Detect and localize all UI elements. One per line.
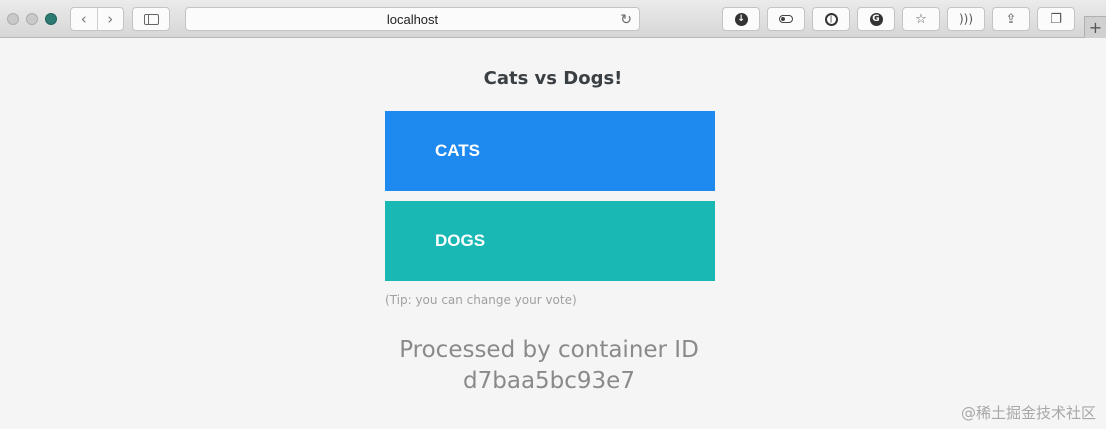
password-manager-icon: | (824, 12, 838, 26)
chevron-right-icon[interactable]: › (98, 11, 124, 27)
close-window-button[interactable] (7, 13, 19, 25)
container-id: d7baa5bc93e7 (463, 368, 635, 394)
address-text: localhost (386, 11, 439, 27)
processed-label: Processed by container ID (399, 337, 699, 363)
password-manager-button[interactable]: | (812, 7, 850, 31)
share-icon: ⇪ (1005, 11, 1017, 27)
toggle-icon (779, 15, 793, 23)
tabs-icon: ❐ (1050, 11, 1062, 27)
vote-dogs-button[interactable]: DOGS (385, 201, 715, 281)
navigation-buttons: ‹ › (70, 7, 124, 31)
bookmark-button[interactable]: ☆ (902, 7, 940, 31)
browser-toolbar: ‹ › localhost ↻ ↓ | G ☆ ))) ⇪ ❐ + (0, 0, 1106, 38)
sidebar-button[interactable] (132, 7, 170, 31)
bookmark-icon: ☆ (915, 11, 927, 27)
fullscreen-window-button[interactable] (45, 13, 57, 25)
plus-icon: + (1088, 18, 1103, 37)
container-info: Processed by container ID d7baa5bc93e7 (0, 335, 1098, 397)
grammarly-button[interactable]: G (857, 7, 895, 31)
new-tab-button[interactable]: + (1084, 16, 1106, 38)
watermark: @稀土掘金技术社区 (960, 404, 1096, 422)
share-button[interactable]: ⇪ (992, 7, 1030, 31)
sidebar-icon (143, 13, 159, 25)
toggle-extension-button[interactable] (767, 7, 805, 31)
tip-text: (Tip: you can change your vote) (385, 293, 577, 307)
address-bar[interactable]: localhost ↻ (185, 7, 640, 31)
vote-cats-button[interactable]: CATS (385, 111, 715, 191)
chevron-left-icon[interactable]: ‹ (71, 11, 97, 27)
download-button[interactable]: ↓ (722, 7, 760, 31)
grammarly-icon: G (869, 12, 883, 26)
rss-icon: ))) (958, 12, 974, 26)
reload-icon[interactable]: ↻ (620, 11, 632, 28)
rss-button[interactable]: ))) (947, 7, 985, 31)
minimize-window-button[interactable] (26, 13, 38, 25)
tabs-button[interactable]: ❐ (1037, 7, 1075, 31)
page-title: Cats vs Dogs! (483, 68, 623, 89)
download-icon: ↓ (734, 12, 748, 26)
